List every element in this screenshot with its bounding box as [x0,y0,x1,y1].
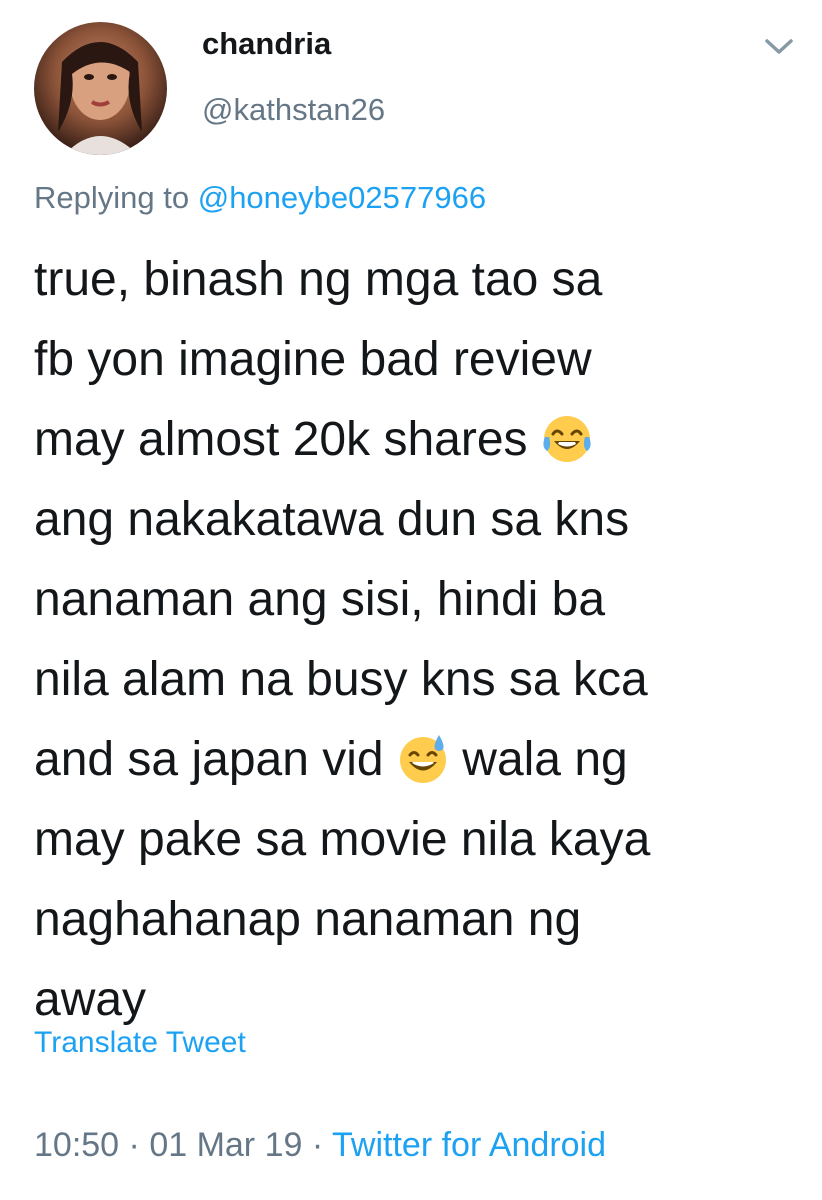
tweet-metadata: 10:50 · 01 Mar 19 · Twitter for Android [34,1126,606,1165]
reply-label: Replying to [34,180,198,215]
tweet-text-line: nanaman ang sisi, hindi ba [34,573,606,626]
face-with-tears-of-joy-emoji-icon [543,416,591,462]
tweet-text-line: may almost 20k shares [34,400,794,480]
tweet-text-line: true, binash ng mga tao sa [34,253,603,306]
user-handle[interactable]: @kathstan26 [202,92,385,128]
separator-dot: · [119,1126,150,1164]
avatar[interactable] [34,22,167,155]
tweet-date[interactable]: 01 Mar 19 [149,1126,302,1164]
grinning-face-with-sweat-emoji-icon [399,735,446,783]
profile-photo [58,42,142,155]
tweet-text-line: fb yon imagine bad review [34,333,592,386]
display-name[interactable]: chandria [202,26,331,62]
tweet-text-line: ang nakakatawa dun sa kns [34,493,630,546]
tweet-text-line: naghahanap nanaman ng [34,893,582,946]
tweet-text-line: and sa japan vid wala ng [34,733,628,786]
tweet-text-line: may pake sa movie nila kaya [34,813,651,866]
tweet-time[interactable]: 10:50 [34,1126,119,1164]
translate-tweet-link[interactable]: Translate Tweet [34,1026,246,1060]
reply-context: Replying to @honeybe02577966 [34,180,486,216]
tweet-source-link[interactable]: Twitter for Android [332,1126,606,1164]
chevron-down-icon[interactable] [762,32,796,60]
tweet-text: true, binash ng mga tao sa fb yon imagin… [34,240,794,1040]
tweet-text-line: nila alam na busy kns sa kca [34,653,648,706]
reply-mention-link[interactable]: @honeybe02577966 [198,180,486,215]
separator-dot: · [302,1126,333,1164]
